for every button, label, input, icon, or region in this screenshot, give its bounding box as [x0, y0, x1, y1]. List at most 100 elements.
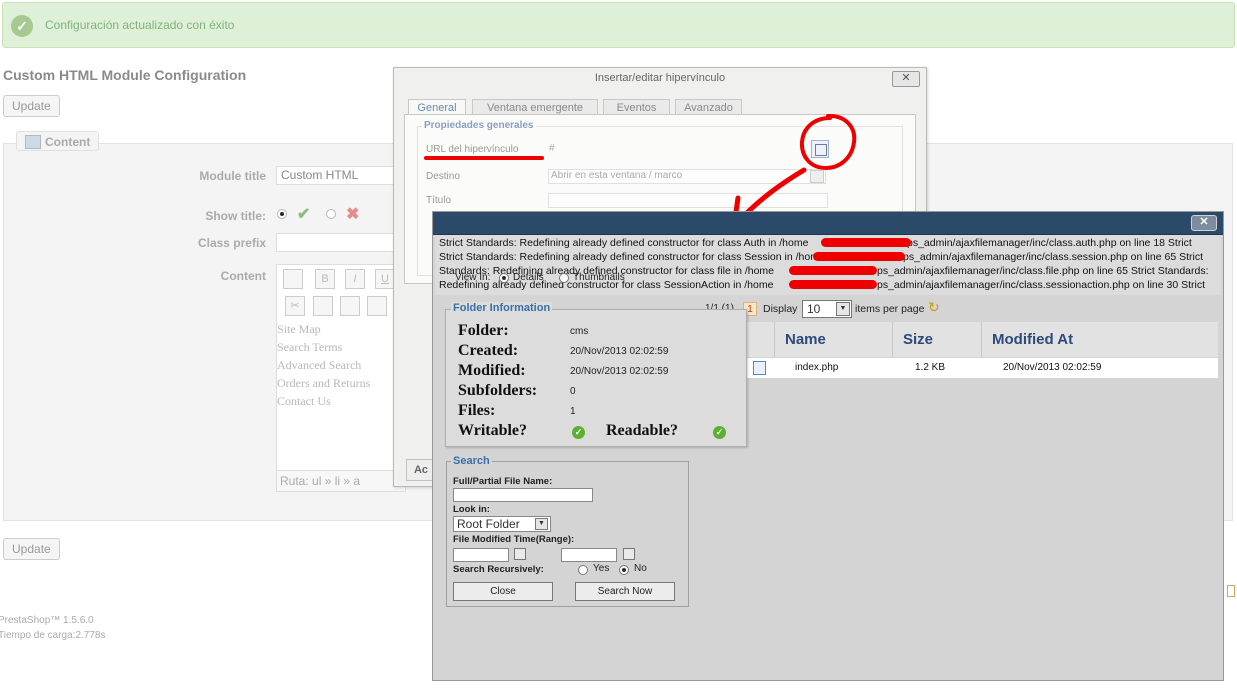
tab-events[interactable]: Eventos	[603, 99, 670, 115]
recursive-no-label: No	[634, 563, 647, 574]
recursive-yes-radio[interactable]	[578, 565, 588, 575]
content-legend: Content	[16, 131, 99, 151]
folder-info-panel: Folder: cms Created: 20/Nov/2013 02:02:5…	[445, 309, 747, 447]
view-thumbnails-radio[interactable]	[559, 273, 569, 283]
chevron-down-icon[interactable]: ▼	[836, 302, 850, 316]
red-underline-annotation	[424, 156, 544, 160]
module-title-label: Module title	[199, 169, 266, 183]
folder-info-legend: Folder Information	[451, 302, 553, 314]
file-manager-titlebar: ✕	[433, 212, 1223, 235]
title-label: Título	[426, 195, 452, 206]
files-value: 1	[570, 406, 576, 417]
column-header-size[interactable]: Size	[893, 322, 982, 357]
error-line-tail: ps_admin/ajaxfilemanager/inc/class.file.…	[877, 265, 1209, 277]
php-file-icon	[751, 358, 771, 378]
error-line: Strict Standards: Redefining already def…	[439, 237, 809, 249]
cross-icon: ✖	[346, 206, 360, 223]
redaction-mark	[813, 252, 905, 261]
readable-check-icon: ✓	[713, 426, 726, 439]
search-now-button[interactable]: Search Now	[575, 582, 675, 601]
target-label: Destino	[426, 171, 460, 182]
redaction-mark	[789, 280, 877, 289]
update-button-top[interactable]: Update	[3, 95, 60, 117]
edge-fragment	[1227, 585, 1235, 597]
page-title: Custom HTML Module Configuration	[3, 67, 247, 83]
writable-check-icon: ✓	[572, 426, 585, 439]
file-name-label: Full/Partial File Name:	[453, 476, 553, 487]
calendar-icon[interactable]	[623, 548, 635, 560]
footer-version: PrestaShop™ 1.5.6.0	[0, 615, 94, 626]
italic-button[interactable]: I	[345, 269, 365, 289]
editor-link: Site Map	[277, 322, 321, 336]
chevron-down-icon[interactable]: ▼	[535, 518, 548, 530]
content-label: Content	[220, 269, 266, 283]
update-button-bottom[interactable]: Update	[3, 538, 60, 560]
folder-label: Folder:	[458, 322, 509, 339]
file-name-cell[interactable]: index.php	[795, 358, 885, 378]
redaction-mark	[821, 238, 911, 247]
copy-icon[interactable]	[313, 296, 333, 316]
show-title-no-radio[interactable]	[326, 209, 336, 219]
editor-link: Contact Us	[277, 394, 331, 408]
paste-text-icon[interactable]	[367, 296, 387, 316]
module-title-input[interactable]: Custom HTML	[276, 166, 396, 185]
folder-value: cms	[570, 326, 589, 337]
files-label: Files:	[458, 402, 496, 419]
underline-button[interactable]: U	[375, 269, 395, 289]
time-from-input[interactable]	[453, 548, 509, 562]
content-editor[interactable]: B I U ✂ Site Map Search Terms Advanced S…	[276, 264, 406, 492]
editor-link: Orders and Returns	[277, 376, 371, 390]
footer-load-time: Tiempo de carga:2.778s	[0, 630, 106, 641]
url-label: URL del hipervínculo	[426, 144, 519, 155]
created-label: Created:	[458, 342, 519, 359]
file-name-input[interactable]	[453, 488, 593, 502]
bold-button[interactable]: B	[315, 269, 335, 289]
success-message: Configuración actualizado con éxito	[45, 18, 235, 32]
cut-icon[interactable]: ✂	[285, 296, 305, 316]
editor-link: Advanced Search	[277, 358, 362, 372]
tab-advanced[interactable]: Avanzado	[675, 99, 742, 115]
check-icon: ✔	[297, 206, 311, 223]
url-input[interactable]: #	[546, 142, 810, 157]
error-line-tail: ps_admin/ajaxfilemanager/inc/class.sessi…	[877, 279, 1206, 291]
error-messages: Strict Standards: Redefining already def…	[435, 235, 1221, 295]
subfolders-label: Subfolders:	[458, 382, 538, 399]
refresh-icon[interactable]: ↻	[928, 299, 942, 317]
close-icon[interactable]: ✕	[1191, 215, 1217, 231]
writable-label: Writable?	[458, 422, 528, 439]
search-panel: Full/Partial File Name: Look in: Root Fo…	[446, 461, 689, 607]
tab-popup[interactable]: Ventana emergente	[472, 99, 598, 115]
view-details-radio[interactable]	[499, 273, 509, 283]
recursive-no-radio[interactable]	[619, 565, 629, 575]
general-properties-legend: Propiedades generales	[422, 120, 536, 131]
calendar-icon[interactable]	[514, 548, 526, 560]
view-thumbnails-label: Thumbnails	[573, 272, 625, 283]
paste-icon[interactable]	[340, 296, 360, 316]
error-line-tail: ps_admin/ajaxfilemanager/inc/class.sessi…	[903, 251, 1203, 263]
editor-path: Ruta: ul » li » a	[277, 470, 405, 491]
created-value: 20/Nov/2013 02:02:59	[570, 346, 669, 357]
show-title-label: Show title:	[205, 209, 266, 223]
new-document-icon[interactable]	[283, 269, 303, 289]
view-in-label: View In:	[455, 272, 491, 283]
error-line-tail: ps_admin/ajaxfilemanager/inc/class.auth.…	[907, 237, 1192, 249]
subfolders-value: 0	[570, 386, 576, 397]
check-circle-icon: ✓	[11, 15, 33, 37]
class-prefix-input[interactable]	[276, 233, 396, 252]
recursive-yes-label: Yes	[593, 563, 610, 574]
time-to-input[interactable]	[561, 548, 617, 562]
look-in-label: Look in:	[453, 504, 490, 515]
edit-icon	[25, 135, 41, 149]
show-title-yes-radio[interactable]	[277, 209, 287, 219]
file-size-cell: 1.2 KB	[915, 358, 975, 378]
editor-link: Search Terms	[277, 340, 343, 354]
search-legend: Search	[451, 455, 492, 467]
column-header-modified[interactable]: Modified At	[982, 322, 1218, 357]
modified-value: 20/Nov/2013 02:02:59	[570, 366, 669, 377]
close-icon[interactable]: ✕	[892, 71, 920, 87]
close-button[interactable]: Close	[453, 582, 553, 601]
content-legend-label: Content	[45, 135, 91, 149]
error-line: Strict Standards: Redefining already def…	[439, 251, 825, 263]
column-header-name[interactable]: Name	[775, 322, 893, 357]
modified-label: Modified:	[458, 362, 526, 379]
